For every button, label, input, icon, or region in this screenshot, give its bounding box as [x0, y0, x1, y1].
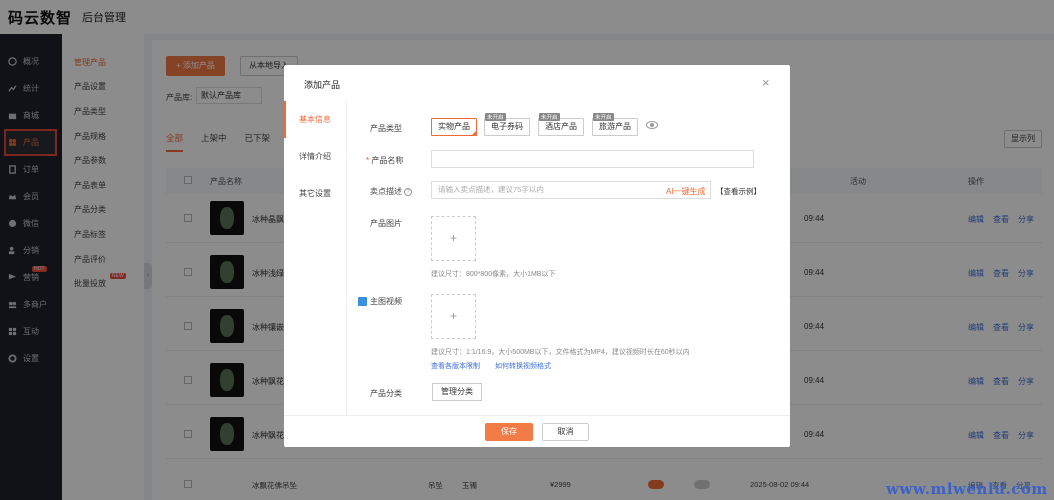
video-icon — [358, 297, 367, 307]
disabled-badge: 未开启 — [485, 113, 506, 121]
product-type-label: 产品类型 — [370, 124, 402, 133]
eye-icon[interactable] — [646, 121, 658, 129]
selling-point-label-text: 卖点描述 — [370, 187, 402, 196]
disabled-badge: 未开启 — [539, 113, 560, 121]
category-label: 产品分类 — [370, 389, 402, 398]
watermark: www.mlwenlu.com — [886, 480, 1048, 498]
product-name-label-text: 产品名称 — [371, 156, 404, 165]
video-label: 主图视频 — [358, 296, 402, 307]
product-name-label: * 产品名称 — [366, 156, 404, 165]
close-icon[interactable]: × — [762, 75, 770, 90]
tab-detail-intro[interactable]: 详情介绍 — [284, 138, 346, 175]
tab-other-settings[interactable]: 其它设置 — [284, 175, 346, 212]
version-limit-link[interactable]: 查看各版本限制 — [431, 361, 480, 371]
cancel-button[interactable]: 取消 — [542, 423, 589, 441]
add-product-modal: 添加产品 × 基本信息 详情介绍 其它设置 产品类型 实物产品 电子券码 未开启… — [284, 65, 790, 447]
disabled-badge: 未开启 — [593, 113, 614, 121]
product-name-input[interactable] — [431, 150, 754, 168]
save-button[interactable]: 保存 — [485, 423, 533, 441]
image-upload-box[interactable]: + — [431, 216, 476, 261]
selling-point-label: 卖点描述? — [370, 186, 412, 197]
video-label-text: 主图视频 — [370, 297, 402, 306]
manage-category-button[interactable]: 管理分类 — [432, 383, 482, 401]
tab-basic-info[interactable]: 基本信息 — [284, 101, 346, 138]
modal-side-tabs: 基本信息 详情介绍 其它设置 — [284, 101, 347, 415]
view-example-link[interactable]: 【查看示例】 — [716, 186, 761, 197]
product-image-label: 产品图片 — [370, 219, 402, 228]
help-icon[interactable]: ? — [404, 187, 412, 196]
image-hint: 建议尺寸：800*800像素，大小1MB以下 — [431, 271, 556, 278]
convert-video-link[interactable]: 如何转换视频格式 — [495, 361, 551, 371]
modal-title: 添加产品 — [304, 80, 341, 90]
video-hint: 建议尺寸：1:1/16:9，大小500MB以下，文件格式为MP4，建议视频时长在… — [431, 349, 690, 356]
video-upload-box[interactable]: + — [431, 294, 476, 339]
ai-generate-button[interactable]: AI一键生成 — [666, 186, 706, 197]
type-physical-button[interactable]: 实物产品 — [431, 118, 477, 136]
modal-footer: 保存 取消 — [284, 415, 790, 447]
